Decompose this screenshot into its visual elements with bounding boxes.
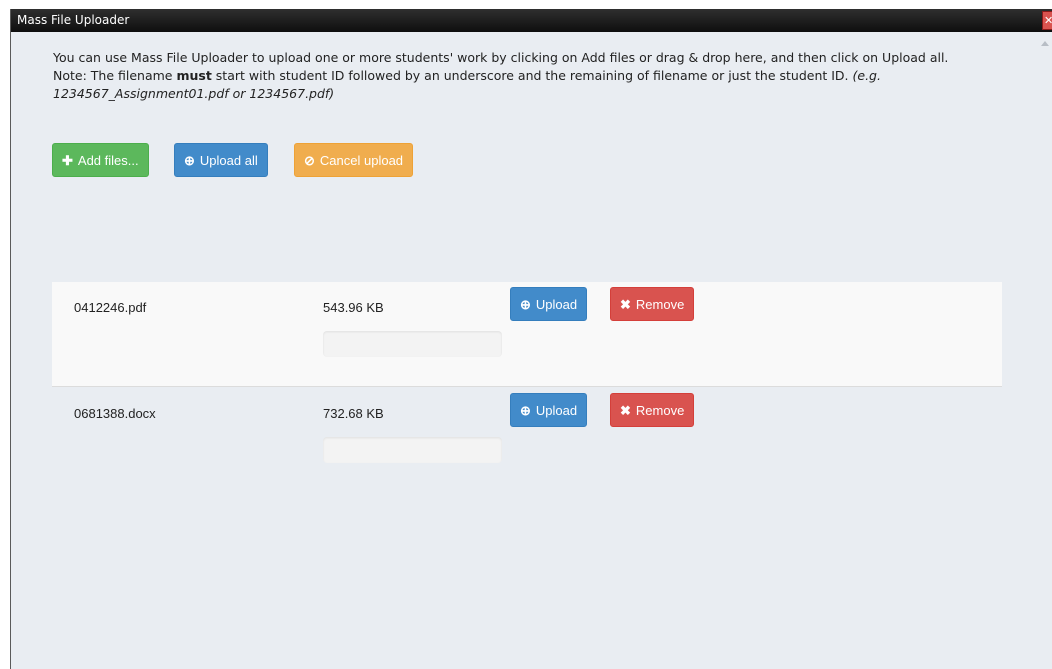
- scroll-up-arrow-icon[interactable]: [1041, 41, 1049, 46]
- upload-circle-icon: ⊕: [520, 297, 531, 312]
- upload-label: Upload: [535, 403, 578, 418]
- file-name: 0681388.docx: [74, 406, 156, 421]
- upload-all-button[interactable]: ⊕ Upload all: [174, 143, 268, 177]
- note-suffix: start with student ID followed by an und…: [211, 68, 853, 83]
- upload-circle-icon: ⊕: [520, 403, 531, 418]
- note-emphasis: must: [176, 68, 212, 83]
- upload-circle-icon: ⊕: [184, 153, 195, 168]
- remove-file-button[interactable]: ✖ Remove: [610, 393, 695, 427]
- dialog-titlebar[interactable]: Mass File Uploader ✕: [11, 9, 1052, 32]
- close-button[interactable]: ✕: [1042, 11, 1052, 30]
- add-files-button[interactable]: ✚ Add files...: [52, 143, 149, 177]
- instructions: You can use Mass File Uploader to upload…: [53, 49, 1003, 103]
- upload-all-label: Upload all: [199, 153, 258, 168]
- dialog-title: Mass File Uploader: [17, 13, 130, 27]
- remove-file-button[interactable]: ✖ Remove: [610, 287, 695, 321]
- upload-progress-bar: [323, 331, 502, 357]
- close-icon: ✕: [1044, 14, 1052, 27]
- cancel-upload-label: Cancel upload: [319, 153, 404, 168]
- note-prefix: Note: The filename: [53, 68, 177, 83]
- upload-label: Upload: [535, 297, 578, 312]
- file-size: 543.96 KB: [323, 300, 384, 315]
- mass-file-uploader-dialog: Mass File Uploader ✕ You can use Mass Fi…: [10, 9, 1052, 669]
- filename-note: Note: The filename must start with stude…: [53, 67, 1003, 103]
- file-row: 0412246.pdf 543.96 KB ⊕ Upload ✖ Remove: [52, 282, 1002, 387]
- cancel-upload-button[interactable]: ⊘ Cancel upload: [294, 143, 414, 177]
- ban-icon: ⊘: [304, 153, 315, 168]
- add-files-label: Add files...: [77, 153, 139, 168]
- file-size: 732.68 KB: [323, 406, 384, 421]
- remove-label: Remove: [635, 403, 685, 418]
- vertical-scrollbar[interactable]: [1038, 32, 1052, 669]
- remove-label: Remove: [635, 297, 685, 312]
- upload-file-button[interactable]: ⊕ Upload: [510, 393, 588, 427]
- file-name: 0412246.pdf: [74, 300, 147, 315]
- instructions-text: You can use Mass File Uploader to upload…: [53, 50, 949, 65]
- plus-icon: ✚: [62, 153, 73, 168]
- upload-progress-bar: [323, 437, 502, 463]
- file-row: 0681388.docx 732.68 KB ⊕ Upload ✖ Remove: [52, 388, 1002, 493]
- remove-x-icon: ✖: [620, 297, 631, 312]
- upload-file-button[interactable]: ⊕ Upload: [510, 287, 588, 321]
- remove-x-icon: ✖: [620, 403, 631, 418]
